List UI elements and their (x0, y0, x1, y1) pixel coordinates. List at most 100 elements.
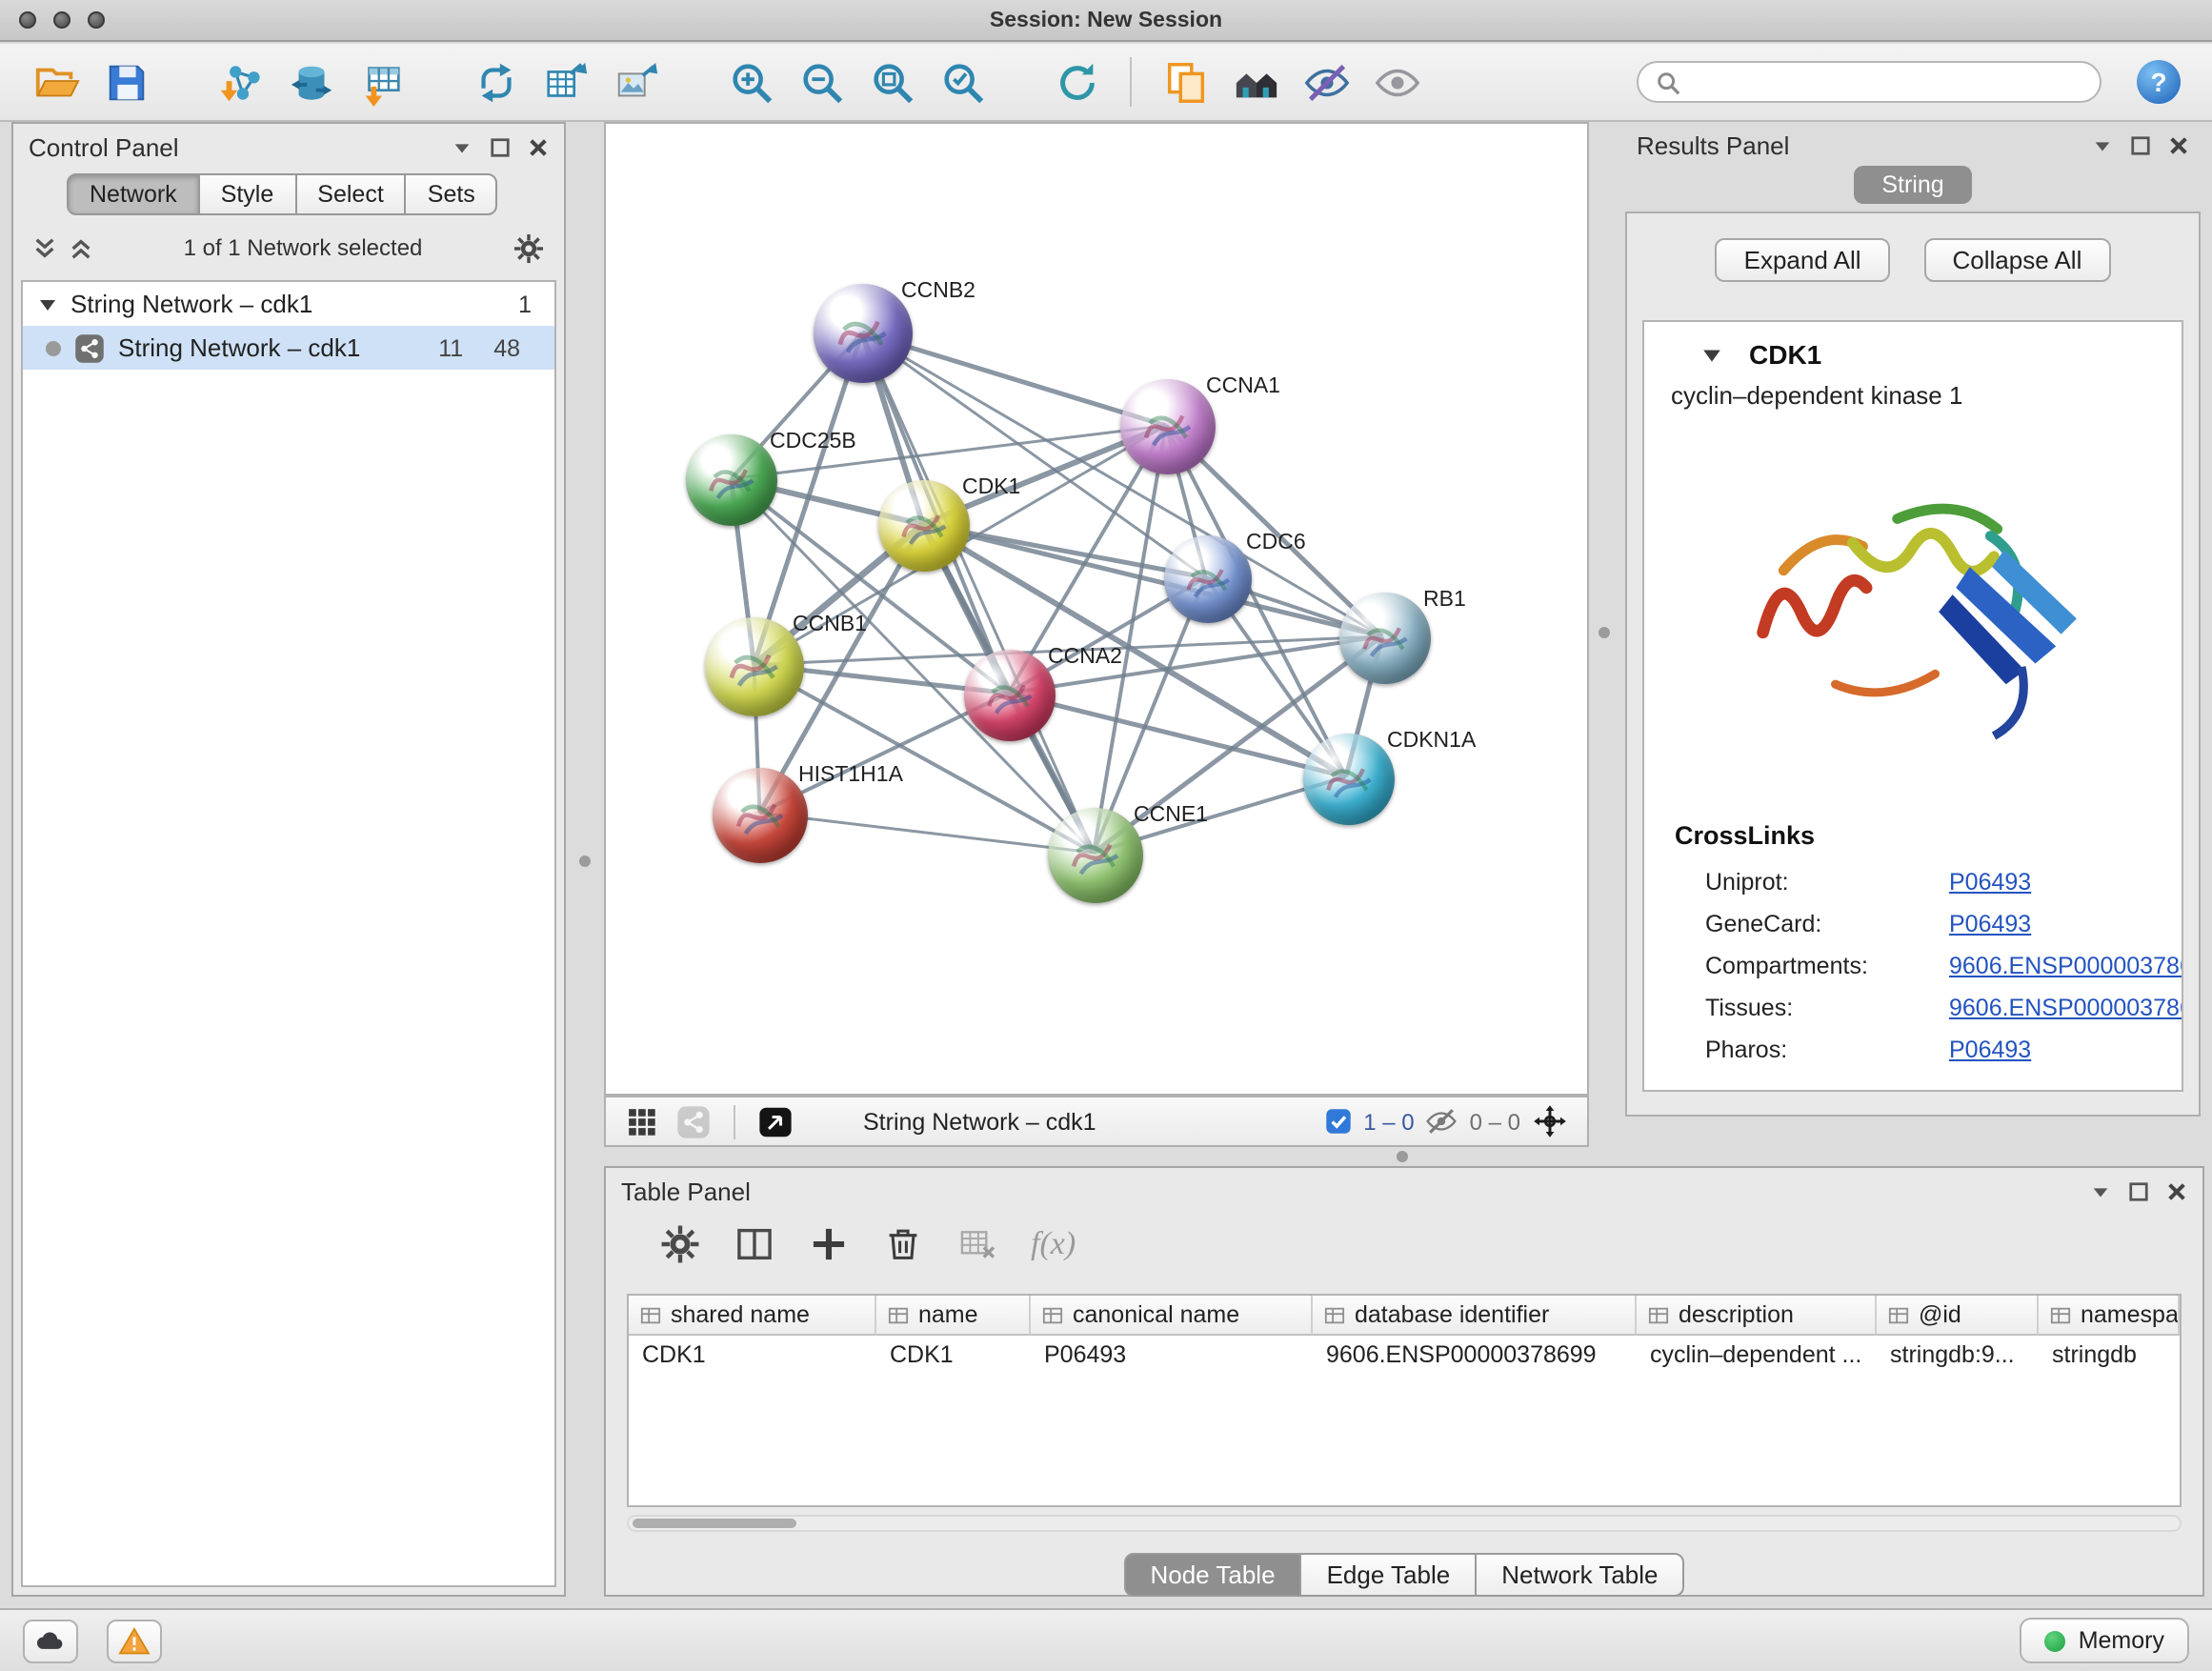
memory-button[interactable]: Memory (2020, 1618, 2189, 1663)
network-node-ccna1[interactable] (1120, 379, 1216, 474)
import-network-database-button[interactable] (278, 51, 343, 112)
import-network-file-button[interactable] (208, 51, 272, 112)
delete-table-button[interactable] (956, 1223, 998, 1265)
network-node-cdc6[interactable] (1164, 535, 1252, 623)
control-panel-collapse-icon[interactable] (452, 136, 473, 157)
function-builder-button[interactable]: f(x) (1031, 1225, 1076, 1263)
bottom-splitter-handle[interactable] (1397, 1151, 1408, 1162)
network-collection-row[interactable]: String Network – cdk1 1 (23, 282, 554, 326)
network-node-cdkn1a[interactable] (1303, 734, 1395, 825)
clone-network-button[interactable] (463, 51, 528, 112)
minimize-window-button[interactable] (53, 11, 70, 29)
collapse-all-button[interactable]: Collapse All (1924, 238, 2111, 282)
copy-button[interactable] (1153, 51, 1217, 112)
show-columns-button[interactable] (734, 1223, 775, 1265)
hidden-eye-slash-icon[interactable] (1426, 1105, 1458, 1137)
zoom-selected-button[interactable] (930, 51, 995, 112)
pharos-link[interactable]: P06493 (1949, 1037, 2031, 1063)
network-options-gear-icon[interactable] (513, 232, 545, 264)
zoom-out-button[interactable] (789, 51, 854, 112)
birds-eye-view-button[interactable] (758, 1104, 793, 1138)
scrollbar-thumb[interactable] (633, 1519, 796, 1528)
column-header-namespace[interactable]: namespac (2039, 1296, 2180, 1336)
network-node-cdk1[interactable] (878, 480, 970, 572)
network-tree: String Network – cdk1 1 String Network –… (21, 280, 556, 1587)
disclosure-triangle-icon[interactable] (38, 294, 57, 313)
column-header-name[interactable]: name (876, 1296, 1031, 1336)
first-neighbors-button[interactable] (1223, 51, 1288, 112)
tab-style[interactable]: Style (198, 173, 297, 215)
results-panel-collapse-icon[interactable] (2092, 134, 2113, 155)
network-node-cdc25b[interactable] (686, 434, 777, 526)
zoom-fit-button[interactable] (859, 51, 924, 112)
tab-select[interactable]: Select (294, 173, 407, 215)
table-panel-close-icon[interactable] (2166, 1180, 2187, 1201)
tab-network-table[interactable]: Network Table (1475, 1553, 1684, 1597)
protein-squiggle-icon (972, 657, 1049, 735)
results-panel-close-icon[interactable] (2168, 134, 2189, 155)
open-session-button[interactable] (23, 51, 88, 112)
protein-squiggle-icon (713, 625, 795, 708)
warnings-button[interactable] (107, 1619, 162, 1662)
table-options-button[interactable] (659, 1223, 701, 1265)
string-tab-badge[interactable]: String (1853, 166, 1972, 204)
export-table-button[interactable] (533, 51, 598, 112)
network-view-button[interactable] (676, 1104, 711, 1138)
collapse-all-networks-icon[interactable] (69, 235, 93, 260)
save-session-button[interactable] (93, 51, 158, 112)
show-all-button[interactable] (1364, 51, 1429, 112)
zoom-window-button[interactable] (88, 11, 105, 29)
grid-view-button[interactable] (625, 1104, 659, 1138)
column-header-database-identifier[interactable]: database identifier (1313, 1296, 1637, 1336)
protein-disclosure-icon[interactable] (1701, 344, 1722, 365)
column-header-canonical-name[interactable]: canonical name (1031, 1296, 1313, 1336)
create-column-button[interactable] (808, 1223, 850, 1265)
network-node-ccnb1[interactable] (705, 617, 804, 716)
uniprot-link[interactable]: P06493 (1949, 869, 2031, 896)
export-image-button[interactable] (604, 51, 669, 112)
expand-all-button[interactable]: Expand All (1716, 238, 1890, 282)
tab-node-table[interactable]: Node Table (1123, 1553, 1301, 1597)
control-panel-float-icon[interactable] (490, 136, 511, 157)
cell-name: CDK1 (876, 1336, 1031, 1374)
control-panel-close-icon[interactable] (528, 136, 549, 157)
compartments-link[interactable]: 9606.ENSP00000378699 (1949, 953, 2183, 979)
cell-canonical-name: P06493 (1031, 1336, 1313, 1374)
network-node-hist1h1a[interactable] (713, 768, 808, 863)
tab-network[interactable]: Network (67, 173, 200, 215)
expand-all-networks-icon[interactable] (32, 235, 57, 260)
tab-edge-table[interactable]: Edge Table (1300, 1553, 1478, 1597)
search-box[interactable] (1637, 61, 2101, 103)
refresh-view-button[interactable] (1044, 51, 1109, 112)
table-row[interactable]: CDK1 CDK1 P06493 9606.ENSP00000378699 cy… (629, 1336, 2180, 1374)
table-panel-float-icon[interactable] (2128, 1180, 2149, 1201)
hide-selected-button[interactable] (1294, 51, 1358, 112)
close-window-button[interactable] (19, 11, 36, 29)
left-splitter-handle[interactable] (579, 856, 591, 867)
network-node-ccne1[interactable] (1048, 808, 1143, 903)
network-node-rb1[interactable] (1339, 593, 1431, 684)
table-horizontal-scrollbar[interactable] (627, 1515, 2182, 1532)
import-table-file-button[interactable] (349, 51, 413, 112)
zoom-in-button[interactable] (718, 51, 783, 112)
table-panel-collapse-icon[interactable] (2090, 1180, 2111, 1201)
network-node-ccna2[interactable] (964, 650, 1056, 741)
selected-checkbox-icon[interactable] (1323, 1107, 1352, 1136)
tissues-link[interactable]: 9606.ENSP00000378699 (1949, 995, 2183, 1021)
genecard-link[interactable]: P06493 (1949, 911, 2031, 937)
column-header-shared-name[interactable]: shared name (629, 1296, 876, 1336)
help-button[interactable]: ? (2134, 56, 2185, 108)
right-splitter-handle[interactable] (1599, 627, 1610, 638)
column-header-description[interactable]: description (1637, 1296, 1877, 1336)
network-row-selected[interactable]: String Network – cdk1 11 48 (23, 326, 554, 370)
delete-column-button[interactable] (882, 1223, 924, 1265)
search-input[interactable] (1692, 67, 2082, 97)
memory-status-dot (2044, 1630, 2065, 1651)
move-crosshair-icon[interactable] (1532, 1103, 1568, 1139)
column-header-id[interactable]: @id (1877, 1296, 2039, 1336)
cloud-button[interactable] (23, 1619, 78, 1662)
results-panel-float-icon[interactable] (2130, 134, 2151, 155)
network-canvas[interactable]: CCNB2CCNA1CDC25BCDK1CDC6RB1CCNB1CCNA2CDK… (604, 122, 1589, 1096)
tab-sets[interactable]: Sets (405, 173, 498, 215)
network-node-ccnb2[interactable] (814, 284, 913, 383)
